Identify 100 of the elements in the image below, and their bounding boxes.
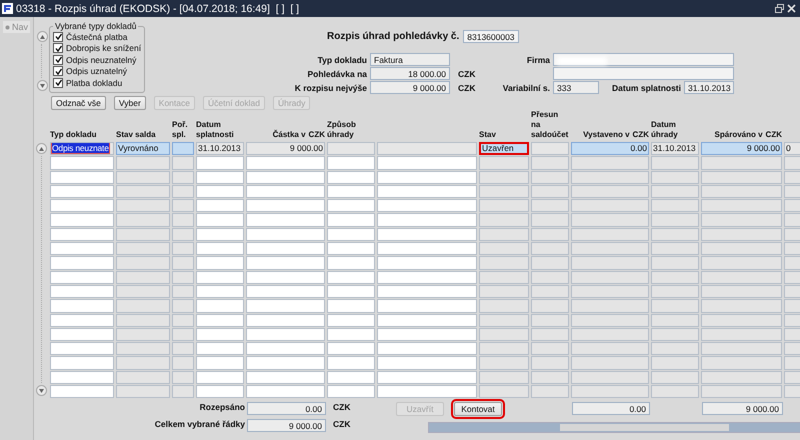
table-cell[interactable]	[116, 242, 170, 256]
table-cell[interactable]	[571, 213, 649, 227]
table-cell[interactable]	[651, 328, 699, 342]
table-cell[interactable]	[327, 356, 375, 370]
total-field[interactable]: 0.00	[247, 402, 326, 415]
table-cell[interactable]	[246, 256, 325, 270]
table-cell[interactable]	[377, 342, 477, 356]
scroll-down-icon[interactable]	[36, 80, 48, 91]
table-cell[interactable]	[571, 314, 649, 327]
table-cell[interactable]	[377, 242, 477, 256]
table-cell[interactable]	[246, 370, 325, 384]
table-cell[interactable]	[571, 156, 649, 170]
table-cell[interactable]	[327, 385, 375, 398]
max-amount-field[interactable]: 9 000.00	[370, 81, 450, 94]
table-cell[interactable]	[327, 156, 375, 170]
table-cell[interactable]	[377, 142, 477, 156]
table-cell[interactable]	[531, 256, 569, 270]
table-cell[interactable]	[196, 284, 244, 298]
table-cell[interactable]	[701, 356, 782, 370]
table-cell[interactable]	[172, 370, 194, 384]
table-cell[interactable]	[479, 299, 529, 313]
column-total-field[interactable]: 9 000.00	[702, 402, 783, 415]
table-cell[interactable]	[116, 199, 170, 212]
variable-symbol-field[interactable]: 333	[553, 81, 599, 94]
table-cell[interactable]	[479, 284, 529, 298]
table-cell[interactable]	[196, 342, 244, 356]
table-cell[interactable]	[196, 213, 244, 227]
table-cell[interactable]: 31.10.2013	[651, 142, 699, 156]
table-cell[interactable]	[784, 356, 800, 370]
table-cell[interactable]: 9 000.00	[701, 142, 782, 156]
table-cell[interactable]	[246, 299, 325, 313]
table-cell[interactable]	[701, 328, 782, 342]
table-cell[interactable]	[172, 156, 194, 170]
table-cell[interactable]	[651, 342, 699, 356]
table-cell[interactable]	[701, 342, 782, 356]
table-cell[interactable]	[531, 184, 569, 198]
table-cell[interactable]	[701, 228, 782, 242]
table-cell[interactable]	[571, 184, 649, 198]
table-cell[interactable]	[377, 314, 477, 327]
table-cell[interactable]	[116, 184, 170, 198]
table-cell[interactable]	[196, 184, 244, 198]
table-cell[interactable]	[327, 314, 375, 327]
table-cell[interactable]	[701, 184, 782, 198]
table-cell[interactable]	[172, 256, 194, 270]
column-total-field[interactable]: 0.00	[572, 402, 650, 415]
table-cell[interactable]	[701, 299, 782, 313]
table-cell[interactable]	[701, 199, 782, 212]
table-cell[interactable]	[377, 284, 477, 298]
table-cell[interactable]	[651, 213, 699, 227]
table-cell[interactable]	[172, 356, 194, 370]
table-cell[interactable]	[50, 284, 114, 298]
table-cell[interactable]	[784, 213, 800, 227]
document-type-field[interactable]: Faktura	[370, 53, 450, 66]
table-cell[interactable]	[571, 199, 649, 212]
table-cell[interactable]	[116, 385, 170, 398]
checkbox[interactable]	[53, 78, 63, 88]
table-cell[interactable]	[172, 284, 194, 298]
table-cell[interactable]	[784, 256, 800, 270]
company-field[interactable]	[553, 67, 734, 80]
table-cell[interactable]	[651, 242, 699, 256]
table-cell[interactable]	[784, 370, 800, 384]
table-cell[interactable]	[479, 370, 529, 384]
scroll-up-icon[interactable]	[36, 143, 47, 154]
table-cell[interactable]	[116, 228, 170, 242]
table-cell[interactable]	[116, 256, 170, 270]
table-cell[interactable]	[246, 342, 325, 356]
table-cell[interactable]	[784, 314, 800, 327]
table-cell[interactable]	[531, 270, 569, 284]
toolbar-button[interactable]: Odznač vše	[51, 96, 106, 110]
table-cell[interactable]	[196, 328, 244, 342]
table-cell[interactable]	[571, 284, 649, 298]
table-cell[interactable]	[327, 228, 375, 242]
table-cell[interactable]	[784, 156, 800, 170]
table-cell[interactable]	[784, 385, 800, 398]
table-cell[interactable]	[327, 342, 375, 356]
company-field[interactable]	[553, 53, 734, 66]
table-cell[interactable]	[531, 299, 569, 313]
horizontal-scrollbar[interactable]	[428, 422, 800, 433]
table-cell[interactable]	[196, 242, 244, 256]
table-cell[interactable]	[50, 242, 114, 256]
table-cell[interactable]	[327, 328, 375, 342]
table-cell[interactable]	[116, 314, 170, 327]
table-cell[interactable]	[50, 270, 114, 284]
table-cell[interactable]	[651, 284, 699, 298]
table-cell[interactable]	[50, 213, 114, 227]
table-cell[interactable]	[531, 314, 569, 327]
table-cell[interactable]	[172, 270, 194, 284]
table-cell[interactable]	[196, 156, 244, 170]
table-cell[interactable]	[571, 342, 649, 356]
table-cell[interactable]	[327, 370, 375, 384]
table-cell[interactable]	[479, 228, 529, 242]
table-cell[interactable]	[651, 170, 699, 184]
table-cell[interactable]	[651, 356, 699, 370]
table-cell[interactable]	[479, 184, 529, 198]
table-cell[interactable]: Uzavřen	[479, 142, 529, 156]
table-cell[interactable]	[327, 184, 375, 198]
table-cell[interactable]	[479, 270, 529, 284]
table-cell[interactable]	[50, 328, 114, 342]
table-cell[interactable]	[784, 242, 800, 256]
table-cell[interactable]	[327, 270, 375, 284]
